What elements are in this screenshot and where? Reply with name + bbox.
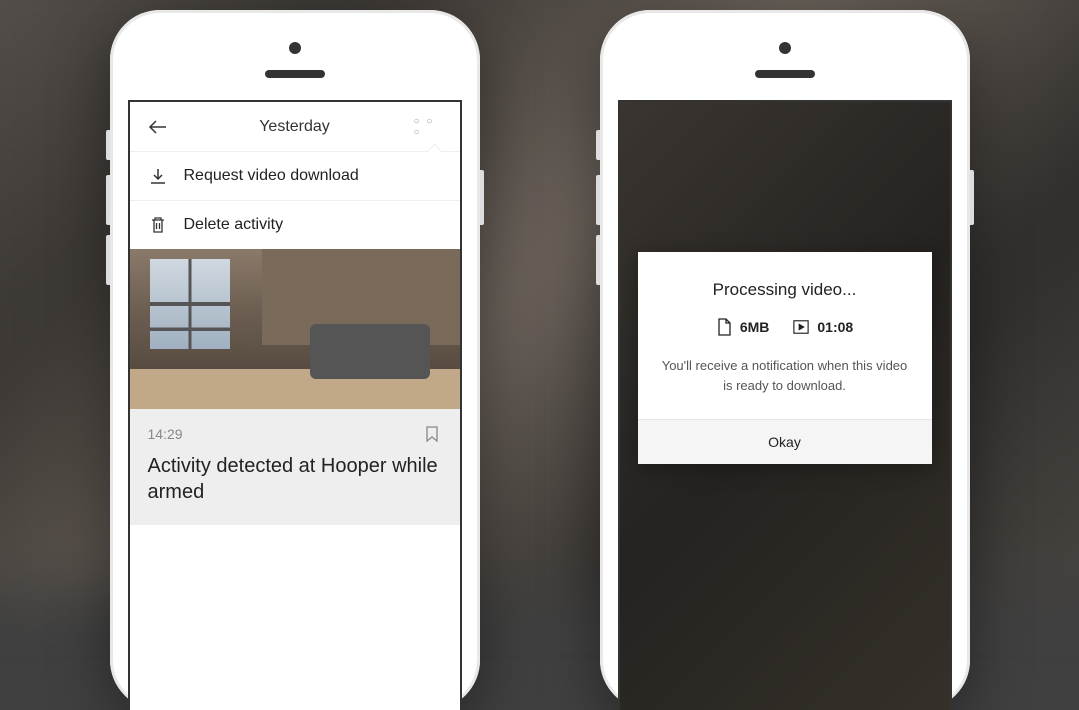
- activity-card[interactable]: 14:29 Activity detected at Hooper while …: [130, 409, 460, 525]
- modal-title: Processing video...: [662, 280, 908, 300]
- file-size-value: 6MB: [740, 319, 770, 335]
- header-title: Yesterday: [259, 118, 330, 136]
- activity-timestamp: 14:29: [148, 426, 183, 442]
- phone-screen-activity: Yesterday ○ ○ ○ Request video download: [128, 100, 462, 710]
- request-download-option[interactable]: Request video download: [130, 152, 460, 201]
- processing-modal: Processing video... 6MB 01:08 You'll rec…: [638, 252, 932, 464]
- bookmark-icon: [424, 425, 440, 443]
- arrow-left-icon: [148, 119, 168, 135]
- file-icon: [716, 318, 732, 336]
- dropdown-item-label: Delete activity: [184, 216, 284, 234]
- modal-message: You'll receive a notification when this …: [662, 356, 908, 395]
- dropdown-item-label: Request video download: [184, 167, 359, 185]
- video-thumbnail[interactable]: [130, 249, 460, 409]
- okay-button[interactable]: Okay: [638, 419, 932, 464]
- more-options-button[interactable]: ○ ○ ○: [414, 115, 444, 139]
- download-icon: [148, 166, 168, 186]
- file-size-stat: 6MB: [716, 318, 770, 336]
- duration-value: 01:08: [817, 319, 853, 335]
- trash-icon: [148, 215, 168, 235]
- app-header: Yesterday ○ ○ ○: [130, 102, 460, 152]
- play-icon: [793, 318, 809, 336]
- phone-mockup-left: Yesterday ○ ○ ○ Request video download: [110, 10, 480, 710]
- back-button[interactable]: [146, 115, 170, 139]
- delete-activity-option[interactable]: Delete activity: [130, 201, 460, 249]
- phone-mockup-right: Processing video... 6MB 01:08 You'll rec…: [600, 10, 970, 710]
- duration-stat: 01:08: [793, 318, 853, 336]
- more-dots-icon: ○ ○ ○: [414, 116, 444, 138]
- activity-title: Activity detected at Hooper while armed: [148, 453, 442, 505]
- confirm-label: Okay: [768, 434, 801, 450]
- phone-screen-processing: Processing video... 6MB 01:08 You'll rec…: [618, 100, 952, 710]
- options-dropdown: Request video download Delete activity: [130, 152, 460, 249]
- bookmark-button[interactable]: [424, 425, 442, 443]
